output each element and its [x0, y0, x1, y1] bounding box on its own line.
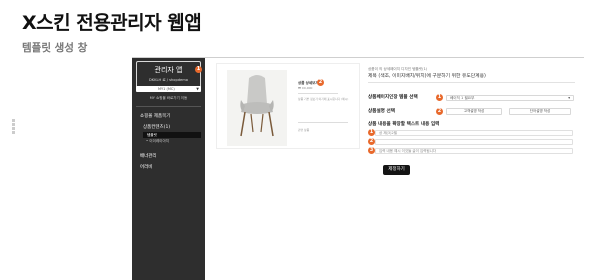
thumbnail-strip: [12, 119, 15, 135]
shop-link-button[interactable]: MY 쇼핑몰 바로가기 이동: [138, 95, 199, 101]
admin-user-info: DKKLH 로 / shopdemo: [149, 78, 188, 82]
step-badge-2: 2: [317, 79, 324, 86]
shop-select-value: MY1 (MC): [158, 87, 175, 91]
form-header-main: 제목 (색조, 이미지배치/위치)에 구분하기 위한 유도단계용): [368, 74, 486, 79]
thumbnail[interactable]: [12, 119, 15, 122]
thumbnail[interactable]: [12, 131, 15, 134]
preview-divider: [298, 122, 348, 123]
sidebar-item-template[interactable]: 템플릿: [143, 132, 201, 138]
content-input-3[interactable]: 입력 내용 예시 이것들 글이 입력됩니다: [375, 148, 573, 154]
preview-divider: [298, 93, 338, 94]
content-input-1[interactable]: 상 제(3)2필: [375, 130, 573, 136]
description-option-button[interactable]: 단어설명 작성: [509, 108, 571, 115]
preview-footer: 관련 상품: [298, 128, 310, 132]
thumbnail[interactable]: [12, 127, 15, 130]
chair-icon: [240, 75, 274, 137]
sidebar-item-banner[interactable]: 배너관리: [140, 153, 157, 159]
shop-select[interactable]: MY1 (MC) ▼: [136, 86, 201, 92]
sidebar-section-label: 쇼핑몰 제품목기: [140, 114, 171, 119]
step-badge-1: 1: [436, 94, 443, 101]
sidebar-divider: [136, 106, 201, 107]
sidebar-item-content[interactable]: 상품컨텐츠(1): [143, 124, 170, 130]
thumbnail[interactable]: [12, 123, 15, 126]
template-select[interactable]: 베이직 1 필요부 ▾: [446, 95, 574, 101]
step-badge-2: 2: [436, 108, 443, 115]
description-option-button[interactable]: 고객설명 작성: [446, 108, 502, 115]
template-select-label: 상품페이지인장 템플 선택: [368, 95, 418, 100]
step-badge-3: 3: [368, 147, 375, 154]
template-select-value: 베이직 1 필요부: [450, 96, 475, 100]
step-badge-2: 2: [368, 138, 375, 145]
step-badge-1: 1: [368, 129, 375, 136]
preview-description: 상품 기본 정보가 여기에 표시됩니다 (예시): [298, 97, 349, 101]
chevron-down-icon: ▾: [568, 96, 570, 100]
generate-button[interactable]: 제정하기: [383, 165, 410, 175]
sidebar-item-sub[interactable]: • 이이레이아지: [146, 139, 169, 144]
chevron-down-icon: ▼: [196, 87, 199, 91]
sidebar-item-other[interactable]: 어러비: [140, 164, 152, 170]
admin-sidebar: 관리자 앱 DKKLH 로 / shopdemo 1 MY1 (MC) ▼ MY…: [132, 58, 205, 280]
text-input-label: 상품 내용을 확장할 텍스트 내용 입력: [368, 122, 440, 127]
product-image: [227, 70, 287, 146]
form-divider: [368, 82, 575, 83]
step-badge-1: 1: [195, 66, 202, 73]
slide-subtitle: 템플릿 생성 창: [22, 42, 88, 54]
description-select-label: 상품설명 선택: [368, 109, 395, 114]
content-input-2[interactable]: [375, 139, 573, 145]
template-preview-card: [216, 63, 360, 149]
slide-title: X스킨 전용관리자 웹앱: [22, 12, 202, 34]
admin-app-title: 관리자 앱: [154, 66, 183, 74]
preview-product-price: ₩ 00,000: [298, 86, 313, 90]
